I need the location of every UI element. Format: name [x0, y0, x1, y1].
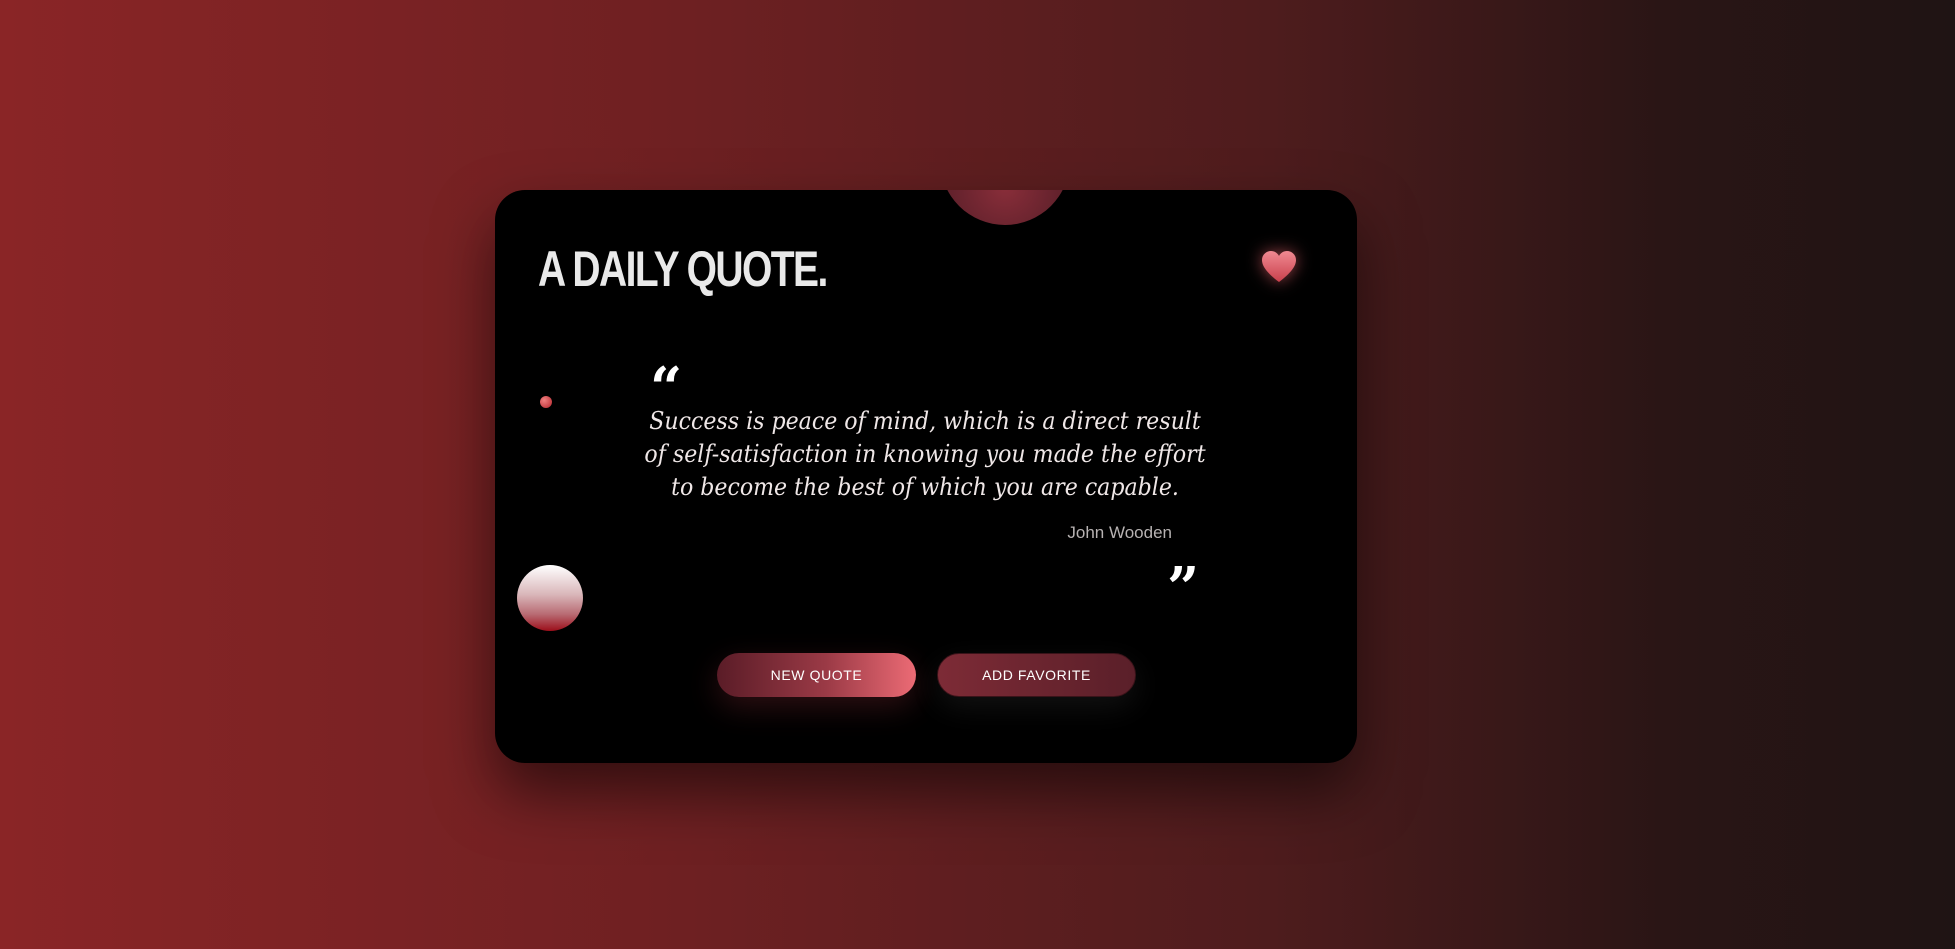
- new-quote-button[interactable]: NEW QUOTE: [717, 653, 916, 697]
- add-favorite-button[interactable]: ADD FAVORITE: [937, 653, 1136, 697]
- heart-icon[interactable]: [1259, 248, 1299, 288]
- decorative-sphere: [517, 565, 583, 631]
- page-title: A DAILY QUOTE.: [538, 241, 828, 297]
- close-quote-icon: ”: [1167, 555, 1200, 621]
- quote-author: John Wooden: [1067, 523, 1172, 542]
- quote-card: A DAILY QUOTE. “ Success is peace of min…: [495, 190, 1357, 763]
- decorative-dot: [540, 396, 552, 408]
- quote-text: Success is peace of mind, which is a dir…: [644, 407, 1206, 501]
- decorative-top-circle: [940, 190, 1070, 225]
